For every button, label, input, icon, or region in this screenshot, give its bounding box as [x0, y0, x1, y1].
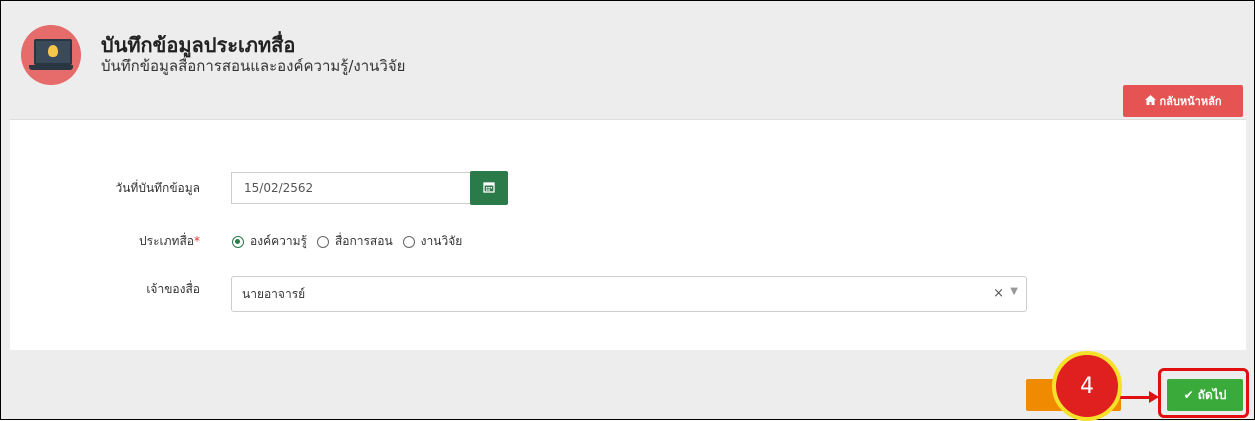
laptop-lightbulb-icon — [21, 25, 81, 85]
radio-label: งานวิจัย — [420, 234, 463, 248]
date-label: วันที่บันทึกข้อมูล — [115, 181, 200, 195]
owner-label: เจ้าของสื่อ — [146, 282, 200, 296]
radio-button[interactable] — [402, 235, 415, 248]
required-mark: * — [194, 234, 200, 248]
radio-option-teaching-media[interactable]: สื่อการสอน — [316, 232, 393, 251]
owner-select[interactable]: นายอาจารย์ × ▼ — [231, 276, 1027, 312]
form-card: วันที่บันทึกข้อมูล ประเภทสื่อ* — [10, 119, 1246, 350]
radio-label: องค์ความรู้ — [250, 234, 307, 248]
step-number-badge: 4 — [1052, 351, 1122, 421]
radio-button[interactable] — [232, 235, 244, 248]
type-label-text: ประเภทสื่อ — [139, 234, 194, 248]
date-input[interactable] — [231, 172, 471, 204]
owner-select-value: นายอาจารย์ — [242, 286, 306, 301]
radio-option-research[interactable]: งานวิจัย — [402, 232, 463, 251]
calendar-button[interactable] — [470, 171, 508, 205]
window: บันทึกข้อมูลประเภทสื่อ บันทึกข้อมูลสื่อก… — [0, 0, 1255, 421]
chevron-down-icon[interactable]: ▼ — [1010, 286, 1018, 297]
type-radio-group: องค์ความรู้ สื่อการสอน งานวิจัย — [232, 232, 462, 251]
annotation-arrow-head — [1149, 391, 1159, 403]
page-subtitle: บันทึกข้อมูลสื่อการสอนและองค์ความรู้/งาน… — [101, 57, 406, 75]
clear-icon[interactable]: × — [993, 286, 1004, 301]
home-button-label: กลับหน้าหลัก — [1159, 95, 1222, 108]
radio-option-knowledge[interactable]: องค์ความรู้ — [232, 232, 307, 251]
type-label: ประเภทสื่อ* — [50, 232, 200, 251]
home-icon — [1144, 94, 1156, 108]
annotation-arrow — [1117, 396, 1153, 399]
radio-label: สื่อการสอน — [334, 234, 393, 248]
highlight-box — [1158, 368, 1249, 418]
calendar-icon — [483, 181, 495, 196]
radio-button[interactable] — [316, 235, 329, 248]
home-button[interactable]: กลับหน้าหลัก — [1123, 85, 1243, 117]
